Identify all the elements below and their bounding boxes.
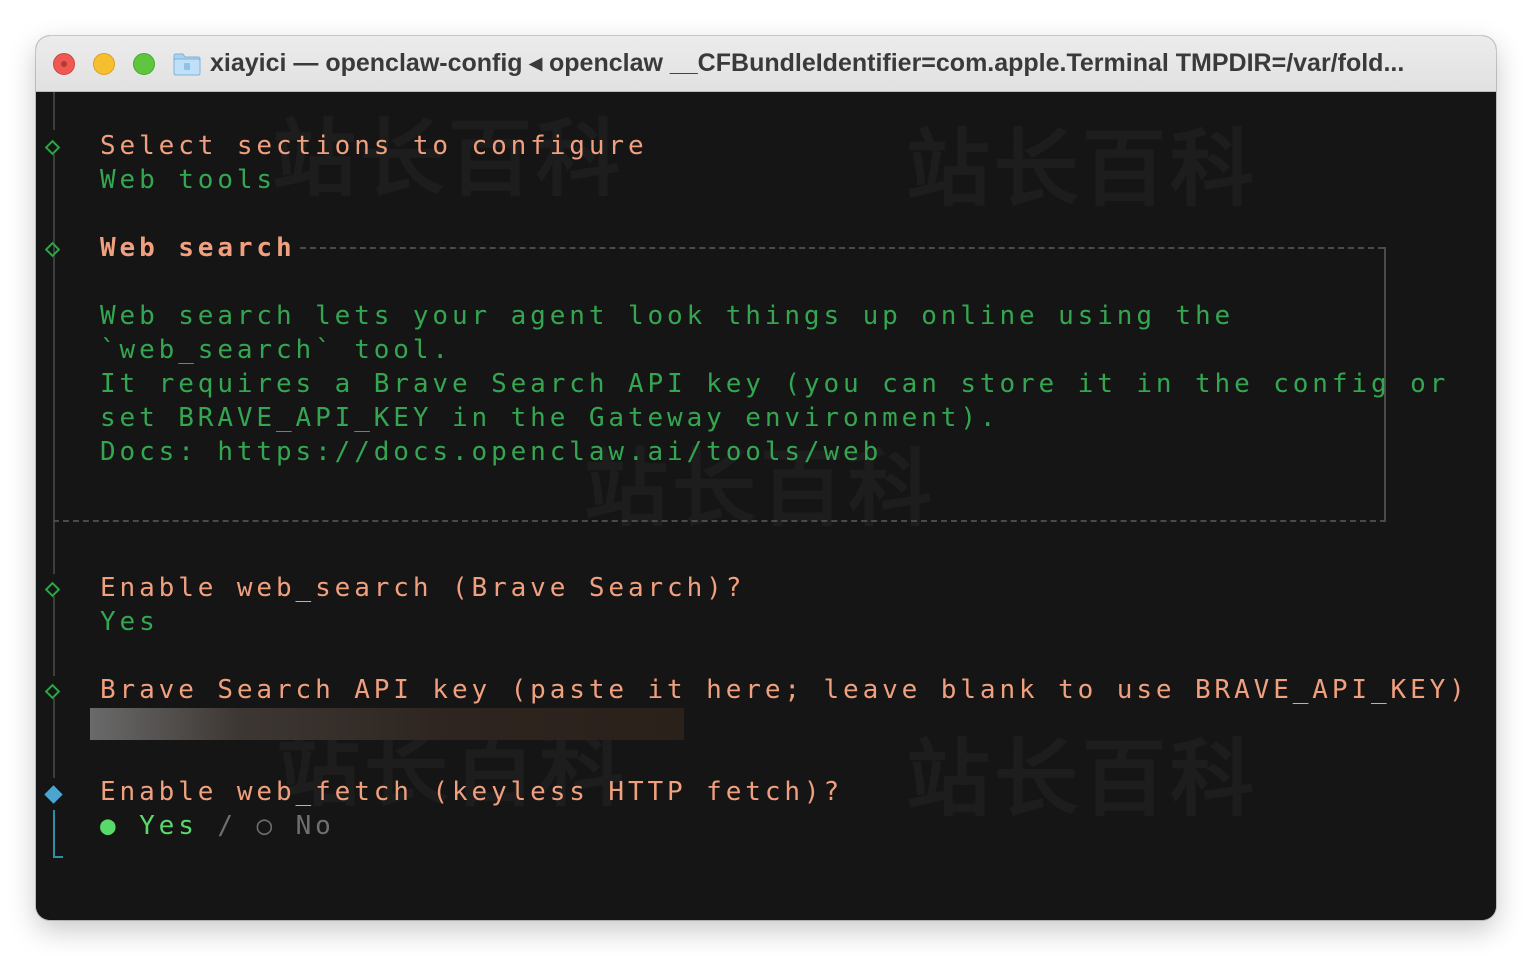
note-box-top (300, 247, 1384, 249)
enable-search-answer: Yes (100, 607, 159, 637)
enable-search-prompt: Enable web_search (Brave Search)? (100, 573, 746, 603)
window-title: xiayici — openclaw-config ◂ openclaw __C… (210, 49, 1405, 77)
api-key-redacted-value (90, 708, 684, 740)
api-key-prompt: Brave Search API key (paste it here; lea… (100, 675, 1469, 705)
step-done-icon (44, 241, 61, 258)
enable-fetch-prompt: Enable web_fetch (keyless HTTP fetch)? (100, 777, 844, 807)
guide-line (53, 92, 55, 130)
title-bar: xiayici — openclaw-config ◂ openclaw __C… (36, 36, 1496, 92)
terminal-content[interactable]: 站长百科 站长百科 站长百科 站长百科 站长百科 Select sections… (36, 92, 1496, 920)
radio-selected-icon: ● (100, 811, 120, 841)
web-search-header: Web search (100, 233, 296, 263)
step-done-icon (44, 581, 61, 598)
guide-line (53, 262, 55, 520)
folder-icon (173, 53, 201, 76)
guide-line-active (53, 810, 55, 842)
info-line: Web search lets your agent look things u… (100, 301, 1235, 331)
guide-line (53, 522, 55, 574)
sections-prompt: Select sections to configure (100, 131, 648, 161)
option-separator: / (217, 811, 237, 841)
info-line: `web_search` tool. (100, 335, 452, 365)
guide-line-end (53, 840, 63, 858)
minimize-button[interactable] (93, 53, 115, 75)
watermark-text: 站长百科 (906, 102, 1258, 223)
watermark-text: 站长百科 (906, 712, 1258, 833)
guide-line (53, 596, 55, 676)
step-active-icon (44, 785, 63, 804)
note-box-bottom (53, 520, 1386, 522)
guide-line (53, 698, 55, 778)
step-done-icon (44, 139, 61, 156)
zoom-button[interactable] (133, 53, 155, 75)
option-no[interactable]: No (296, 811, 335, 841)
sections-answer: Web tools (100, 165, 276, 195)
option-yes[interactable]: Yes (139, 811, 198, 841)
docs-link[interactable]: Docs: https://docs.openclaw.ai/tools/web (100, 435, 882, 469)
info-line: set BRAVE_API_KEY in the Gateway environ… (100, 403, 1000, 433)
step-done-icon (44, 683, 61, 700)
terminal-window: xiayici — openclaw-config ◂ openclaw __C… (36, 36, 1496, 920)
close-button[interactable] (53, 53, 75, 75)
info-line: It requires a Brave Search API key (you … (100, 369, 1450, 399)
fetch-options[interactable]: ● Yes / ○ No (100, 809, 335, 843)
radio-unselected-icon: ○ (256, 811, 277, 841)
